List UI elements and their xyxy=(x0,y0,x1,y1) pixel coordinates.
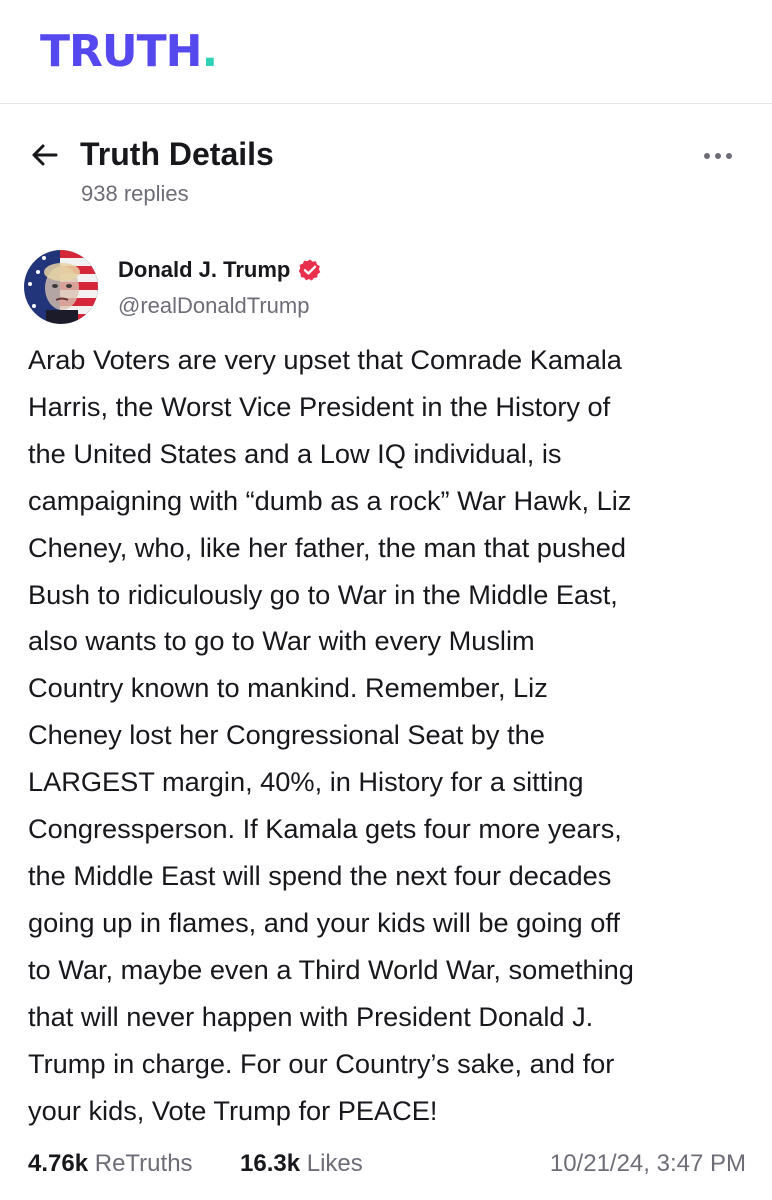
post-text-line: your kids, Vote Trump for PEACE! xyxy=(28,1094,438,1126)
post-text-line: also wants to go to War with every Musli… xyxy=(28,625,535,657)
more-options-button[interactable] xyxy=(698,144,738,168)
post-text: Arab Voters are very upset that Comrade … xyxy=(28,337,748,1134)
post-text-line: Country known to mankind. Remember, Liz xyxy=(28,672,548,704)
post-author: Donald J. Trump @realDonaldTrump xyxy=(24,250,744,324)
post-text-line: campaigning with “dumb as a rock” War Ha… xyxy=(28,484,632,516)
post-text-line: Cheney lost her Congressional Seat by th… xyxy=(28,719,545,751)
post-text-line: Trump in charge. For our Country’s sake,… xyxy=(28,1047,615,1079)
page-header: Truth Details 938 replies xyxy=(0,104,772,214)
retruths-label: ReTruths xyxy=(94,1150,193,1177)
post-text-line: Arab Voters are very upset that Comrade … xyxy=(28,344,622,375)
post-text-line: going up in flames, and your kids will b… xyxy=(28,906,620,938)
likes-stat[interactable]: 16.3k Likes xyxy=(240,1148,363,1180)
author-name-row[interactable]: Donald J. Trump xyxy=(118,256,322,284)
post-text-line: that will never happen with President Do… xyxy=(28,1000,594,1032)
author-handle[interactable]: @realDonaldTrump xyxy=(118,292,309,320)
post-text-line: the United States and a Low IQ individua… xyxy=(28,437,562,469)
logo-text: TRUTH xyxy=(40,26,202,77)
retruths-count: 4.76k xyxy=(28,1150,89,1177)
post-stats: 4.76k ReTruths 16.3k Likes 10/21/24, 3:4… xyxy=(28,1148,746,1180)
likes-count: 16.3k xyxy=(240,1150,301,1177)
more-horizontal-icon xyxy=(704,153,710,159)
likes-label: Likes xyxy=(306,1150,363,1177)
retruths-stat[interactable]: 4.76k ReTruths xyxy=(28,1148,193,1180)
avatar-image xyxy=(24,250,98,324)
post-text-line: Cheney, who, like her father, the man th… xyxy=(28,531,626,563)
logo-dot: . xyxy=(201,26,218,77)
arrow-left-icon xyxy=(32,144,58,166)
top-bar: TRUTH. xyxy=(0,0,772,104)
truth-logo[interactable]: TRUTH. xyxy=(40,26,218,78)
avatar[interactable] xyxy=(24,250,98,324)
post-text-line: Bush to ridiculously go to War in the Mi… xyxy=(28,578,618,610)
post-text-line: to War, maybe even a Third World War, so… xyxy=(28,953,634,985)
page-title: Truth Details xyxy=(80,136,274,172)
verified-badge-icon xyxy=(299,259,321,281)
post-timestamp: 10/21/24, 3:47 PM xyxy=(549,1150,746,1177)
post-text-line: LARGEST margin, 40%, in History for a si… xyxy=(28,766,584,798)
post-text-line: Harris, the Worst Vice President in the … xyxy=(28,390,611,422)
back-button[interactable] xyxy=(28,138,62,172)
post-text-line: Congressperson. If Kamala gets four more… xyxy=(28,813,622,845)
post-text-line: the Middle East will spend the next four… xyxy=(28,859,612,891)
replies-count[interactable]: 938 replies xyxy=(81,180,189,208)
author-name: Donald J. Trump xyxy=(118,257,291,282)
